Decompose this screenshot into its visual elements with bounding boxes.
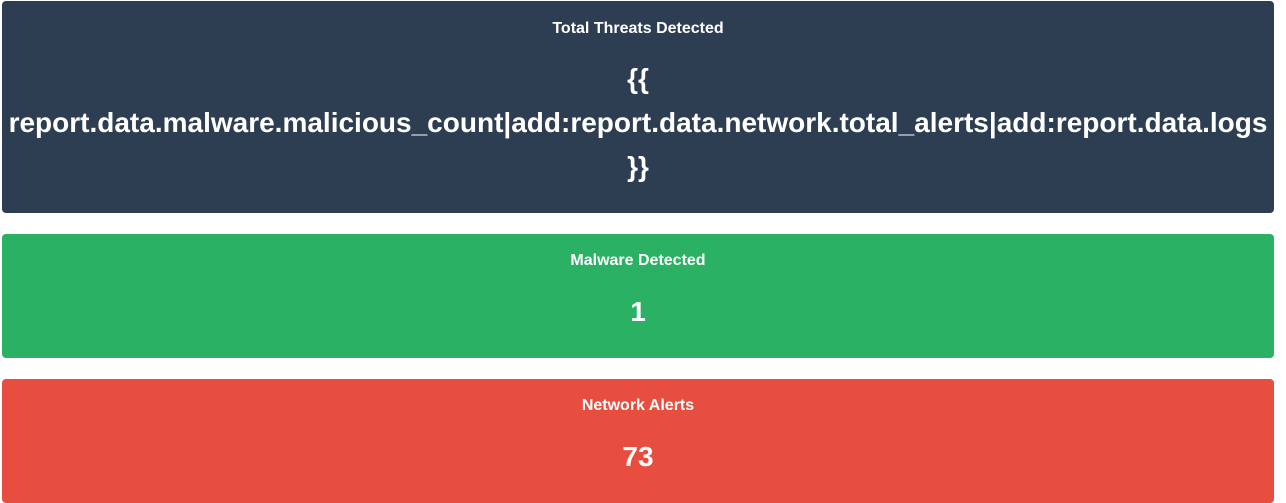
total-threats-value-close: }} bbox=[627, 151, 649, 182]
total-threats-value-expression: report.data.malware.malicious_count|add:… bbox=[8, 107, 1268, 138]
malware-detected-value: 1 bbox=[630, 296, 646, 327]
malware-detected-card: Malware Detected 1 bbox=[2, 234, 1274, 358]
network-alerts-card: Network Alerts 73 bbox=[2, 379, 1274, 503]
malware-detected-title: Malware Detected bbox=[570, 252, 706, 269]
total-threats-title: Total Threats Detected bbox=[552, 20, 724, 37]
network-alerts-title: Network Alerts bbox=[581, 397, 695, 414]
total-threats-value: {{ report.data.malware.malicious_count|a… bbox=[2, 57, 1274, 189]
total-threats-value-open: {{ bbox=[627, 63, 649, 94]
network-alerts-value: 73 bbox=[622, 441, 654, 472]
total-threats-card: Total Threats Detected {{ report.data.ma… bbox=[2, 1, 1274, 213]
